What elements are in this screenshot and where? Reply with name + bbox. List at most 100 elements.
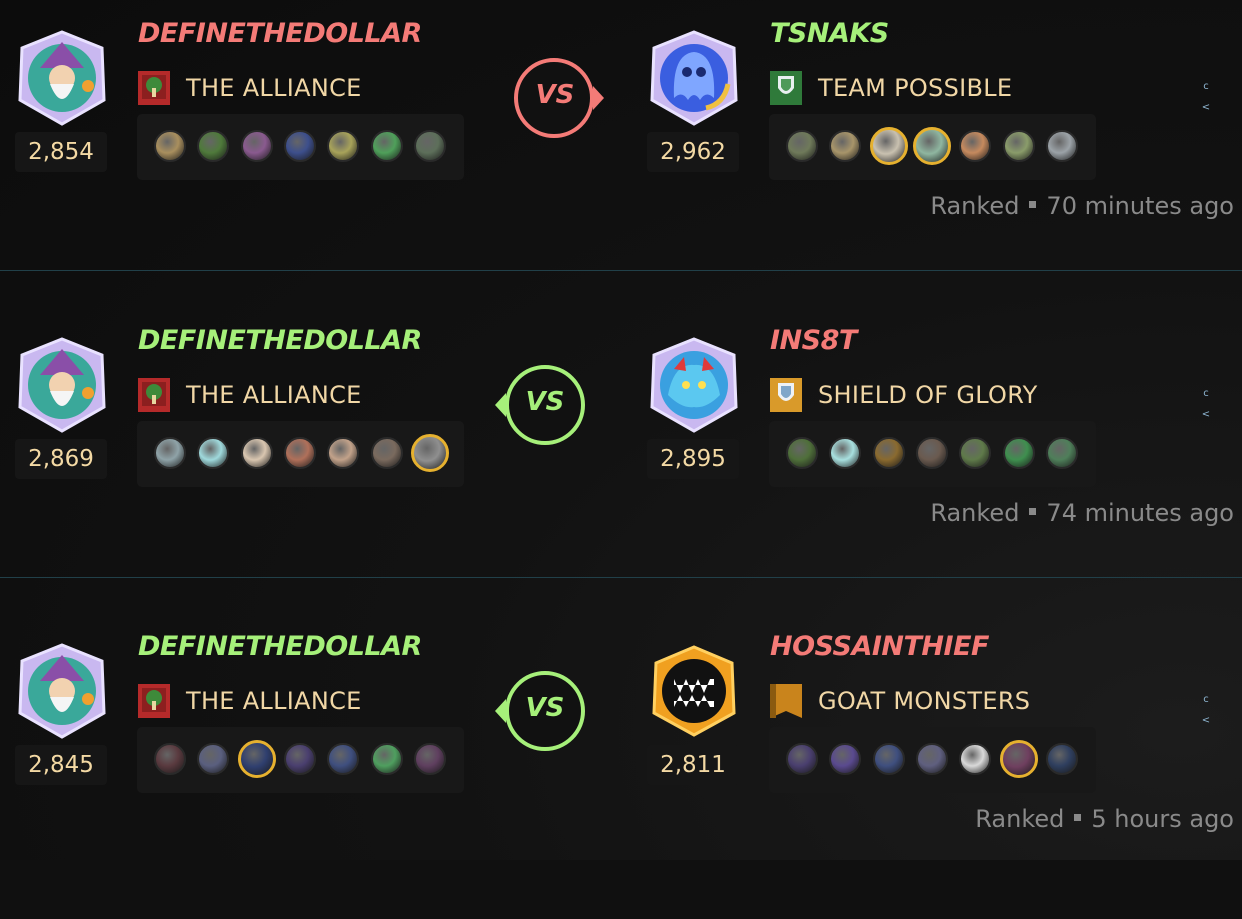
player-rating: 2,854: [15, 132, 107, 172]
separator-dot: [1074, 814, 1082, 821]
row-divider: [0, 270, 1242, 271]
card-icon[interactable]: [154, 130, 186, 162]
card-icon[interactable]: [1002, 437, 1035, 469]
team-cards: [769, 727, 1096, 793]
player-avatar[interactable]: [644, 641, 744, 741]
share-icons[interactable]: c <: [1200, 383, 1212, 425]
card-icon[interactable]: [869, 127, 908, 165]
card-icon[interactable]: [999, 740, 1038, 778]
player-rating: 2,962: [647, 132, 739, 172]
battle-row: 2,869 DEFINETHEDOLLAR THE ALLIANCE 2,895 INS…: [0, 307, 1242, 613]
team-cards: [137, 114, 464, 180]
vs-badge: VS: [495, 355, 595, 455]
player-rating: 2,845: [15, 745, 107, 785]
card-icon[interactable]: [327, 743, 360, 775]
card-icon[interactable]: [959, 130, 992, 162]
card-icon[interactable]: [872, 743, 905, 775]
card-icon[interactable]: [237, 740, 276, 778]
card-icon[interactable]: [240, 437, 273, 469]
vs-badge: VS: [495, 661, 595, 761]
card-icon[interactable]: [786, 437, 818, 469]
card-icon[interactable]: [413, 743, 446, 775]
card-icon[interactable]: [410, 434, 449, 472]
card-icon[interactable]: [786, 743, 818, 775]
gold-shield-banner-icon: [769, 377, 803, 413]
card-icon[interactable]: [370, 437, 403, 469]
card-icon[interactable]: [327, 130, 360, 162]
card-icon[interactable]: [370, 130, 403, 162]
card-icon[interactable]: [915, 437, 948, 469]
vs-label: VS: [525, 387, 565, 417]
card-icon[interactable]: [1045, 437, 1078, 469]
card-icon[interactable]: [197, 130, 230, 162]
card-icon[interactable]: [154, 437, 186, 469]
replay-icon[interactable]: c: [1200, 76, 1212, 97]
card-icon[interactable]: [959, 743, 992, 775]
team-cards: [769, 421, 1096, 487]
card-icon[interactable]: [283, 437, 316, 469]
tree-banner-icon: [137, 377, 171, 413]
share-icons[interactable]: c <: [1200, 76, 1212, 118]
player-rating: 2,895: [647, 439, 739, 479]
replay-icon[interactable]: c: [1200, 383, 1212, 404]
card-icon[interactable]: [197, 743, 230, 775]
player-name[interactable]: DEFINETHEDOLLAR: [138, 20, 422, 47]
card-icon[interactable]: [1045, 130, 1078, 162]
share-icon[interactable]: <: [1200, 97, 1212, 118]
card-icon[interactable]: [829, 130, 862, 162]
player-name[interactable]: HOSSAINTHIEF: [770, 633, 989, 660]
battle-mode: Ranked: [930, 499, 1020, 527]
tree-banner-icon: [137, 683, 171, 719]
battle-time: 74 minutes ago: [1046, 499, 1234, 527]
player-name[interactable]: INS8T: [770, 327, 857, 354]
guild-name[interactable]: SHIELD OF GLORY: [818, 383, 1038, 407]
player-avatar[interactable]: [12, 335, 112, 435]
card-icon[interactable]: [154, 743, 186, 775]
card-icon[interactable]: [240, 130, 273, 162]
separator-dot: [1029, 508, 1037, 515]
share-icon[interactable]: <: [1200, 710, 1212, 731]
share-icon[interactable]: <: [1200, 404, 1212, 425]
card-icon[interactable]: [872, 437, 905, 469]
vs-label: VS: [535, 80, 575, 110]
share-icons[interactable]: c <: [1200, 689, 1212, 731]
player-avatar[interactable]: [12, 28, 112, 128]
card-icon[interactable]: [786, 130, 818, 162]
vs-badge: VS: [504, 48, 604, 148]
player-avatar[interactable]: [644, 28, 744, 128]
card-icon[interactable]: [959, 437, 992, 469]
card-icon[interactable]: [829, 743, 862, 775]
player-avatar[interactable]: [644, 335, 744, 435]
battle-mode: Ranked: [975, 805, 1065, 833]
card-icon[interactable]: [1045, 743, 1078, 775]
guild-name[interactable]: THE ALLIANCE: [186, 383, 362, 407]
card-icon[interactable]: [327, 437, 360, 469]
battle-meta: Ranked 70 minutes ago: [930, 194, 1234, 218]
player-avatar[interactable]: [12, 641, 112, 741]
card-icon[interactable]: [1002, 130, 1035, 162]
card-icon[interactable]: [283, 130, 316, 162]
card-icon[interactable]: [283, 743, 316, 775]
team-cards: [769, 114, 1096, 180]
team-cards: [137, 727, 464, 793]
card-icon[interactable]: [197, 437, 230, 469]
player-name[interactable]: TSNAKS: [770, 20, 889, 47]
card-icon[interactable]: [829, 437, 862, 469]
guild-name[interactable]: GOAT MONSTERS: [818, 689, 1030, 713]
battle-time: 5 hours ago: [1091, 805, 1234, 833]
guild-name[interactable]: THE ALLIANCE: [186, 76, 362, 100]
battle-row: 2,854 DEFINETHEDOLLAR THE ALLIANCE 2,962 TSN…: [0, 0, 1242, 306]
card-icon[interactable]: [915, 743, 948, 775]
replay-icon[interactable]: c: [1200, 689, 1212, 710]
card-icon[interactable]: [912, 127, 951, 165]
player-name[interactable]: DEFINETHEDOLLAR: [138, 327, 422, 354]
guild-name[interactable]: TEAM POSSIBLE: [818, 76, 1012, 100]
vs-label: VS: [525, 693, 565, 723]
battle-meta: Ranked 5 hours ago: [975, 807, 1234, 831]
player-rating: 2,811: [647, 745, 739, 785]
player-name[interactable]: DEFINETHEDOLLAR: [138, 633, 422, 660]
card-icon[interactable]: [370, 743, 403, 775]
guild-name[interactable]: THE ALLIANCE: [186, 689, 362, 713]
card-icon[interactable]: [413, 130, 446, 162]
tree-banner-icon: [137, 70, 171, 106]
